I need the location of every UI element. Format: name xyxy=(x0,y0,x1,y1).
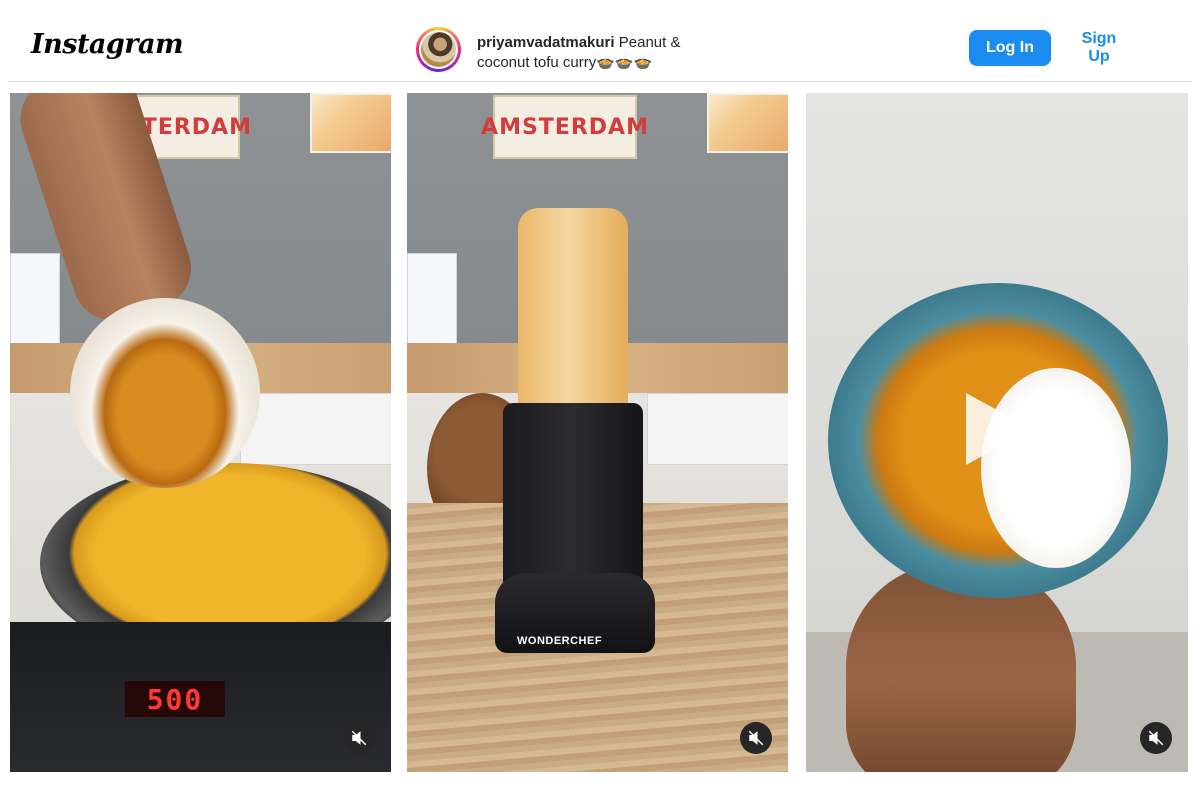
mute-button[interactable] xyxy=(343,722,375,754)
header-divider xyxy=(8,81,1192,82)
signup-button[interactable]: Sign Up xyxy=(1063,30,1135,66)
avatar-image xyxy=(421,32,456,67)
profile-avatar[interactable] xyxy=(416,27,461,72)
blender-brand: WONDERCHEF xyxy=(517,635,603,647)
username-link[interactable]: priyamvadatmakuri xyxy=(477,34,615,51)
amsterdam-sign: AMSTERDAM xyxy=(481,95,648,159)
mute-button[interactable] xyxy=(1140,722,1172,754)
map-postcard xyxy=(310,93,391,153)
muted-speaker-icon xyxy=(351,730,367,746)
blender-jar xyxy=(518,208,628,413)
mute-button[interactable] xyxy=(740,722,772,754)
power-outlet xyxy=(647,393,788,465)
power-outlet xyxy=(240,393,391,465)
avatar-frame xyxy=(419,30,458,69)
tofu-bowl xyxy=(70,298,260,488)
map-postcard xyxy=(707,93,788,153)
login-button[interactable]: Log In xyxy=(969,30,1051,66)
play-icon[interactable] xyxy=(966,393,1032,465)
muted-speaker-icon xyxy=(748,730,764,746)
reel-tile-1[interactable]: AMSTERDAM 500 xyxy=(10,93,391,772)
reel-tile-3[interactable] xyxy=(806,93,1188,772)
instagram-logo[interactable]: Instagram xyxy=(31,29,184,60)
top-bar: Instagram priyamvadatmakuri Peanut & coc… xyxy=(0,0,1200,82)
reel-tile-2[interactable]: AMSTERDAM WONDERCHEF xyxy=(407,93,788,772)
cooktop-display: 500 xyxy=(125,681,225,717)
muted-speaker-icon xyxy=(1148,730,1164,746)
post-caption: priyamvadatmakuri Peanut & coconut tofu … xyxy=(477,33,737,73)
